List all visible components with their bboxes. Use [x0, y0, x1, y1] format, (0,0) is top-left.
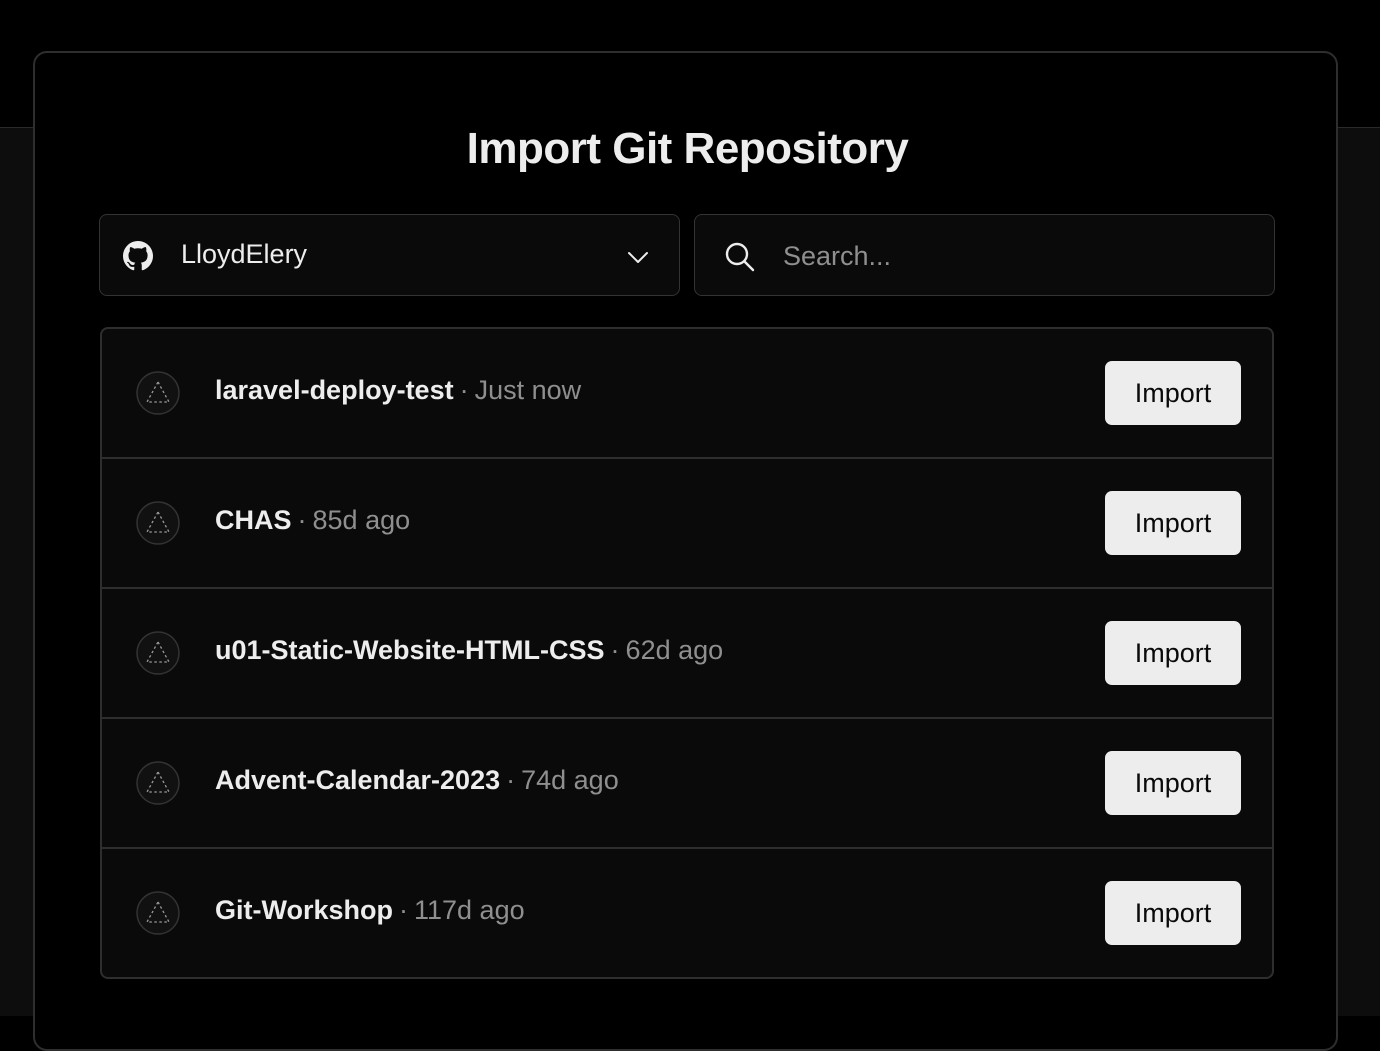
separator: · [297, 505, 307, 535]
search-icon [725, 242, 755, 272]
repository-info: laravel-deploy-test · Just now [215, 375, 581, 406]
repository-row: Advent-Calendar-2023 · 74d ago Import [102, 719, 1272, 849]
repository-row: u01-Static-Website-HTML-CSS · 62d ago Impor… [102, 589, 1272, 719]
repository-updated: 62d ago [625, 635, 724, 665]
search-input[interactable] [783, 233, 1253, 279]
repository-search[interactable] [694, 214, 1275, 296]
page-title: Import Git Repository [466, 124, 909, 173]
import-button[interactable]: Import [1105, 881, 1241, 945]
repository-list: laravel-deploy-test · Just now Import CHAS · 8… [100, 327, 1274, 979]
separator: · [610, 635, 620, 665]
git-scope-selector[interactable]: LloydElery [99, 214, 680, 296]
repository-row: laravel-deploy-test · Just now Import [102, 329, 1272, 459]
repository-updated: 74d ago [521, 765, 619, 795]
repository-avatar-icon [136, 631, 180, 675]
selected-account-label: LloydElery [181, 239, 308, 269]
repository-avatar-icon [136, 891, 180, 935]
separator: · [506, 765, 516, 795]
import-button[interactable]: Import [1105, 621, 1241, 685]
repository-avatar-icon [136, 371, 180, 415]
repository-name[interactable]: u01-Static-Website-HTML-CSS [215, 635, 605, 665]
repository-avatar-icon [136, 761, 180, 805]
repository-updated: Just now [474, 375, 582, 405]
github-icon [123, 241, 153, 271]
repository-name[interactable]: CHAS [215, 505, 292, 535]
repository-updated: 85d ago [312, 505, 411, 535]
chevron-down-icon [628, 252, 648, 263]
repository-info: Advent-Calendar-2023 · 74d ago [215, 765, 619, 796]
separator: · [399, 895, 408, 925]
repository-row: Git-Workshop · 117d ago Import [102, 849, 1272, 975]
repository-name[interactable]: Git-Workshop [215, 895, 393, 925]
repository-name[interactable]: laravel-deploy-test [215, 375, 454, 405]
repository-avatar-icon [136, 501, 180, 545]
import-button[interactable]: Import [1105, 751, 1241, 815]
repository-updated: 117d ago [414, 895, 525, 925]
repository-name[interactable]: Advent-Calendar-2023 [215, 765, 500, 795]
repository-info: Git-Workshop · 117d ago [215, 895, 525, 926]
import-button[interactable]: Import [1105, 361, 1241, 425]
import-button[interactable]: Import [1105, 491, 1241, 555]
separator: · [459, 375, 469, 405]
repository-row: CHAS · 85d ago Import [102, 459, 1272, 589]
repository-info: CHAS · 85d ago [215, 505, 410, 536]
repository-info: u01-Static-Website-HTML-CSS · 62d ago [215, 635, 723, 666]
